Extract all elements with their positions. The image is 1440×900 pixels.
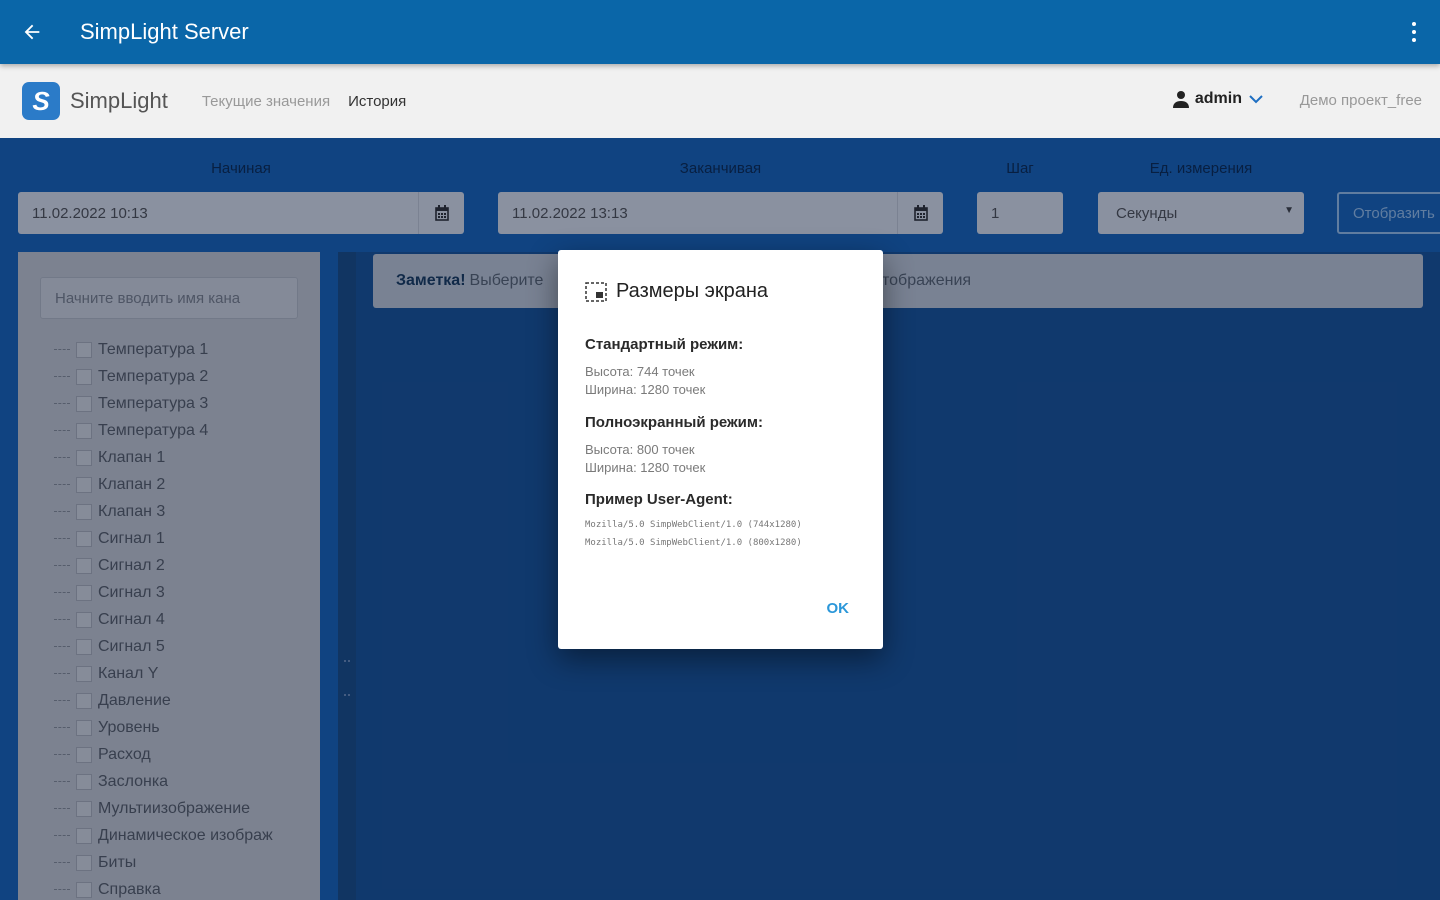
ok-button[interactable]: OK — [827, 600, 850, 617]
fullscreen-width: Ширина: 1280 точек — [585, 460, 706, 475]
fullscreen-height: Высота: 800 точек — [585, 442, 695, 457]
app-bar: SimpLight Server — [0, 0, 1440, 64]
arrow-back-icon — [24, 24, 40, 40]
screen-size-icon — [585, 281, 607, 302]
app-title: SimpLight Server — [80, 19, 249, 44]
fullscreen-mode-heading: Полноэкранный режим: — [585, 414, 763, 431]
useragent-line-2: Mozilla/5.0 SimpWebClient/1.0 (800x1280) — [585, 538, 802, 548]
screen-size-dialog: Размеры экрана Стандартный режим: Высота… — [558, 250, 883, 649]
chevron-down-icon — [1249, 95, 1263, 104]
user-menu[interactable]: admin — [1172, 90, 1264, 108]
simplight-logo[interactable]: S — [22, 82, 60, 120]
standard-mode-heading: Стандартный режим: — [585, 336, 744, 353]
useragent-heading: Пример User-Agent: — [585, 491, 733, 508]
nav-current-values[interactable]: Текущие значения — [202, 93, 330, 110]
brand-name[interactable]: SimpLight — [70, 88, 168, 114]
dialog-title: Размеры экрана — [584, 280, 768, 303]
standard-height: Высота: 744 точек — [585, 364, 695, 379]
web-header: S SimpLight Текущие значения История adm… — [0, 64, 1440, 138]
back-button[interactable] — [0, 0, 64, 64]
standard-width: Ширина: 1280 точек — [585, 382, 706, 397]
user-icon — [1172, 91, 1189, 108]
useragent-line-1: Mozilla/5.0 SimpWebClient/1.0 (744x1280) — [585, 520, 802, 530]
username: admin — [1194, 90, 1242, 107]
project-name[interactable]: Демо проект_free — [1300, 92, 1422, 109]
more-vert-icon[interactable] — [1402, 20, 1426, 44]
nav-history[interactable]: История — [348, 93, 406, 110]
